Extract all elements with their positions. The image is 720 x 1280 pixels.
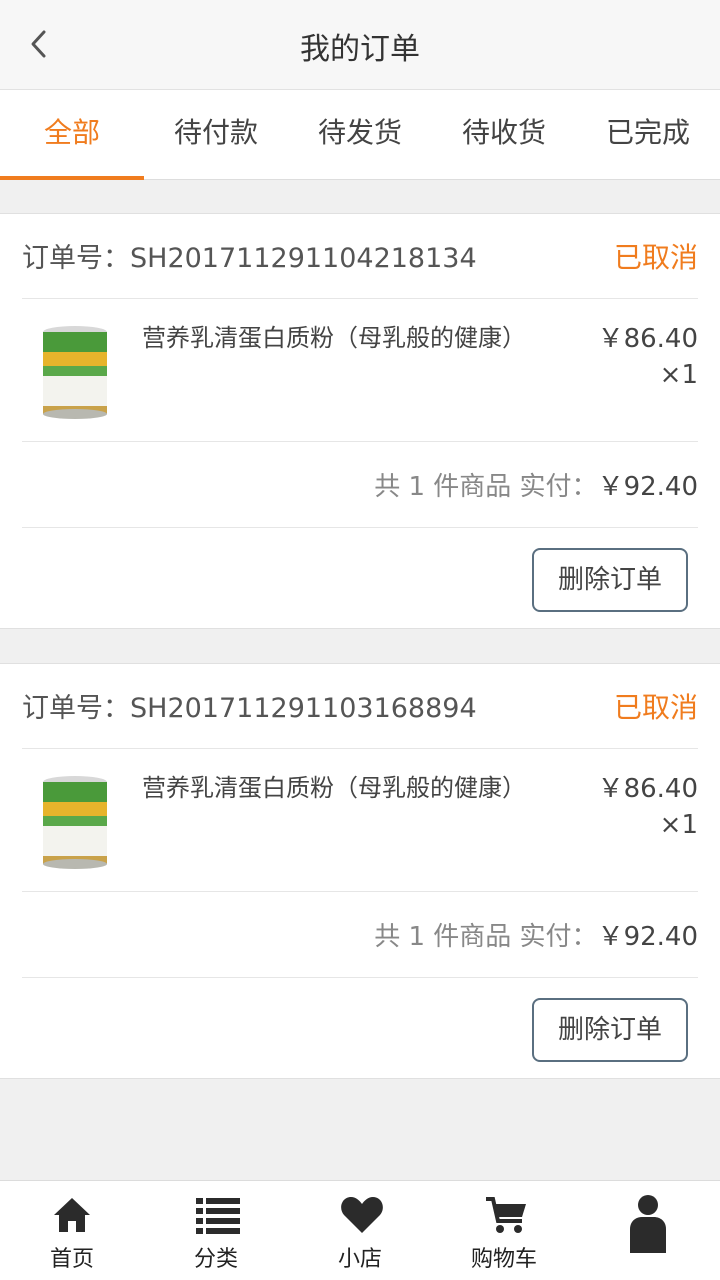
product-thumbnail bbox=[40, 324, 110, 420]
tabbar-label: 分类 bbox=[193, 1247, 238, 1272]
amount-paid: ￥92.40 bbox=[597, 472, 698, 502]
order-summary-text: 共 1 件商品 实付：￥92.40 bbox=[374, 466, 698, 503]
cart-icon bbox=[484, 1195, 526, 1235]
order-status: 已取消 bbox=[613, 241, 698, 274]
heart-icon bbox=[340, 1195, 383, 1235]
product-quantity: ×1 bbox=[659, 360, 698, 390]
delete-order-button[interactable]: 删除订单 bbox=[532, 548, 688, 612]
tab-pending-shipment[interactable]: 待发货 bbox=[288, 90, 432, 180]
tab-all[interactable]: 全部 bbox=[0, 90, 144, 180]
order-summary: 共 1 件商品 实付：￥92.40 bbox=[22, 892, 698, 978]
product-price: ￥86.40 bbox=[597, 774, 698, 804]
order-summary-text: 共 1 件商品 实付：￥92.40 bbox=[374, 916, 698, 953]
order-item[interactable]: 营养乳清蛋白质粉（母乳般的健康） ￥86.40 ×1 bbox=[22, 750, 698, 892]
tabbar-item-cart[interactable]: 购物车 bbox=[432, 1181, 576, 1280]
delete-order-button[interactable]: 删除订单 bbox=[532, 998, 688, 1062]
item-count-label: 共 1 件商品 实付： bbox=[374, 472, 598, 502]
order-number: 订单号：SH201711291104218134 bbox=[22, 243, 477, 274]
product-quantity: ×1 bbox=[659, 810, 698, 840]
tabbar-item-category[interactable]: 分类 bbox=[144, 1181, 288, 1280]
order-status-tabs: 全部 待付款 待发货 待收货 已完成 bbox=[0, 90, 720, 180]
product-thumbnail bbox=[40, 774, 110, 870]
order-item[interactable]: 营养乳清蛋白质粉（母乳般的健康） ￥86.40 ×1 bbox=[22, 300, 698, 442]
top-bar: 我的订单 bbox=[0, 0, 720, 90]
tabbar-item-home[interactable]: 首页 bbox=[0, 1181, 144, 1280]
order-card: 订单号：SH201711291103168894 已取消 营养乳清蛋白质粉（母乳… bbox=[0, 663, 720, 1079]
product-name: 营养乳清蛋白质粉（母乳般的健康） bbox=[142, 324, 526, 352]
home-icon bbox=[52, 1195, 92, 1235]
user-icon bbox=[628, 1193, 668, 1253]
order-number: 订单号：SH201711291103168894 bbox=[22, 693, 477, 724]
list-icon bbox=[196, 1195, 240, 1235]
tabbar-label: 首页 bbox=[49, 1247, 94, 1272]
amount-paid: ￥92.40 bbox=[597, 922, 698, 952]
tab-completed[interactable]: 已完成 bbox=[576, 90, 720, 180]
order-summary: 共 1 件商品 实付：￥92.40 bbox=[22, 442, 698, 528]
tab-pending-receipt[interactable]: 待收货 bbox=[432, 90, 576, 180]
page-title: 我的订单 bbox=[300, 32, 420, 67]
product-price: ￥86.40 bbox=[597, 324, 698, 354]
tabbar-label: 购物车 bbox=[470, 1247, 537, 1272]
item-count-label: 共 1 件商品 实付： bbox=[374, 922, 598, 952]
order-status: 已取消 bbox=[613, 691, 698, 724]
tabbar-item-shop[interactable]: 小店 bbox=[288, 1181, 432, 1280]
tab-pending-payment[interactable]: 待付款 bbox=[144, 90, 288, 180]
tabbar-label: 小店 bbox=[337, 1247, 382, 1272]
order-card: 订单号：SH201711291104218134 已取消 营养乳清蛋白质粉（母乳… bbox=[0, 213, 720, 629]
tabbar-item-profile[interactable] bbox=[576, 1181, 720, 1280]
bottom-tab-bar: 首页 分类 小店 购物车 bbox=[0, 1180, 720, 1280]
order-header: 订单号：SH201711291103168894 已取消 bbox=[22, 664, 698, 749]
product-name: 营养乳清蛋白质粉（母乳般的健康） bbox=[142, 774, 526, 802]
order-header: 订单号：SH201711291104218134 已取消 bbox=[22, 214, 698, 299]
